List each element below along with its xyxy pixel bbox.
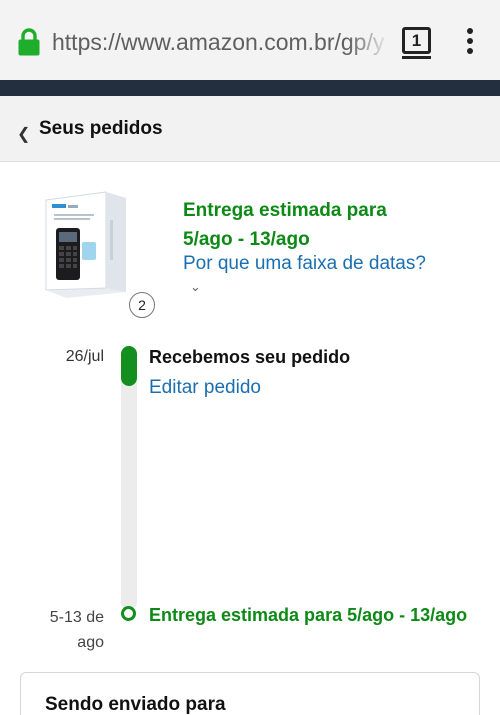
site-nav-band	[0, 80, 500, 96]
product-image[interactable]	[40, 190, 130, 300]
chevron-left-icon[interactable]: ❮	[17, 124, 30, 144]
timeline-date: 26/jul	[65, 348, 104, 365]
timeline-event-label: Entrega estimada para 5/ago - 13/ago	[149, 605, 468, 625]
shipping-card-title: Sendo enviado para	[45, 694, 226, 715]
overflow-menu-icon[interactable]	[460, 28, 480, 58]
timeline-pending-dot	[121, 606, 136, 621]
back-to-orders-link[interactable]: Seus pedidos	[39, 118, 163, 140]
shipping-address-card[interactable]: Sendo enviado para	[20, 672, 480, 715]
browser-toolbar: https://www.amazon.com.br/gp/y 1	[0, 0, 500, 80]
quantity-badge: 2	[129, 292, 155, 318]
tab-switcher-button[interactable]: 1	[402, 27, 431, 54]
edit-order-link[interactable]: Editar pedido	[149, 377, 261, 399]
timeline-event-label: Recebemos seu pedido	[149, 347, 351, 367]
address-fade	[348, 22, 390, 66]
estimated-delivery-dates: 5/ago - 13/ago	[183, 229, 310, 250]
address-bar[interactable]: https://www.amazon.com.br/gp/y	[52, 29, 388, 61]
tab-switcher-underline	[402, 56, 431, 59]
timeline-date: 5-13 de ago	[49, 609, 104, 651]
estimated-delivery-line1: Entrega estimada para	[183, 200, 387, 221]
timeline-progress	[121, 346, 137, 386]
lock-icon	[18, 28, 40, 56]
chevron-down-icon[interactable]: ⌄	[190, 279, 201, 295]
estimated-delivery-heading: Entrega estimada para 5/ago - 13/ago	[183, 196, 483, 254]
date-range-explanation-link[interactable]: Por que uma faixa de datas?	[183, 253, 426, 275]
page-header: ❮ Seus pedidos	[0, 96, 500, 162]
